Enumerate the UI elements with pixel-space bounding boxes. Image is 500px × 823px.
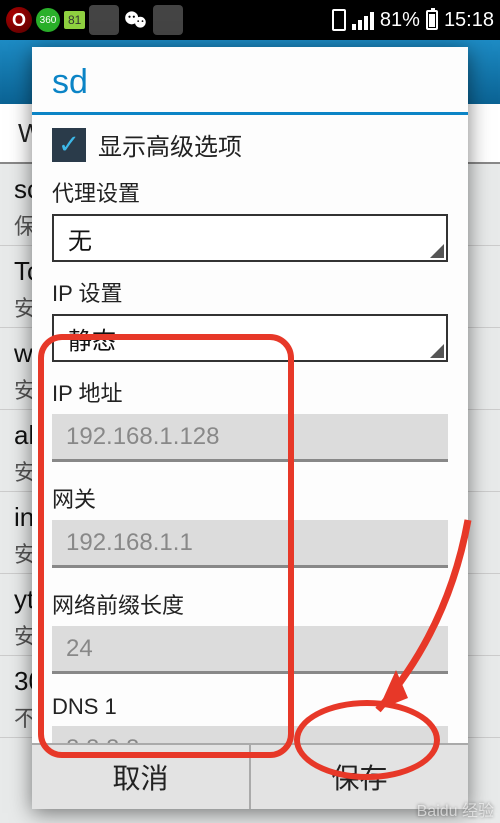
advanced-options-row[interactable]: ✓ 显示高级选项	[52, 127, 448, 162]
gateway-input[interactable]	[52, 520, 448, 568]
avatar-icon	[89, 5, 119, 35]
status-left: O 360 81	[6, 5, 183, 35]
signal-icon	[352, 10, 374, 30]
advanced-options-label: 显示高级选项	[98, 127, 242, 162]
dns1-label: DNS 1	[52, 694, 448, 720]
dns1-input[interactable]	[52, 726, 448, 743]
battery-icon	[426, 10, 438, 30]
battery-badge-icon: 81	[64, 11, 85, 29]
proxy-select[interactable]: 无	[52, 214, 448, 262]
battery-percent: 81%	[380, 9, 420, 32]
360-icon: 360	[36, 8, 60, 32]
ip-address-label: IP 地址	[52, 376, 448, 408]
clock: 15:18	[444, 9, 494, 32]
dialog-buttons: 取消 保存	[32, 743, 468, 809]
avatar-icon	[153, 5, 183, 35]
dialog-title: sd	[32, 47, 468, 115]
ip-settings-select[interactable]: 静态	[52, 314, 448, 362]
prefix-length-input[interactable]	[52, 626, 448, 674]
prefix-length-label: 网络前缀长度	[52, 588, 448, 620]
status-right: 81% 15:18	[332, 9, 494, 32]
ip-settings-label: IP 设置	[52, 276, 448, 308]
opera-icon: O	[6, 7, 32, 33]
watermark: Baidu 经验	[417, 797, 494, 821]
checkbox-checked-icon[interactable]: ✓	[52, 128, 86, 162]
phone-icon	[332, 9, 346, 31]
dialog-body: ✓ 显示高级选项 代理设置 无 IP 设置 静态 IP 地址 网关 网络前缀长度…	[32, 115, 468, 743]
wechat-icon	[123, 7, 149, 33]
wifi-settings-dialog: sd ✓ 显示高级选项 代理设置 无 IP 设置 静态 IP 地址 网关 网络前…	[32, 47, 468, 809]
proxy-label: 代理设置	[52, 176, 448, 208]
status-bar: O 360 81 81% 15:18	[0, 0, 500, 40]
gateway-label: 网关	[52, 482, 448, 514]
ip-address-input[interactable]	[52, 414, 448, 462]
cancel-button[interactable]: 取消	[32, 745, 249, 809]
